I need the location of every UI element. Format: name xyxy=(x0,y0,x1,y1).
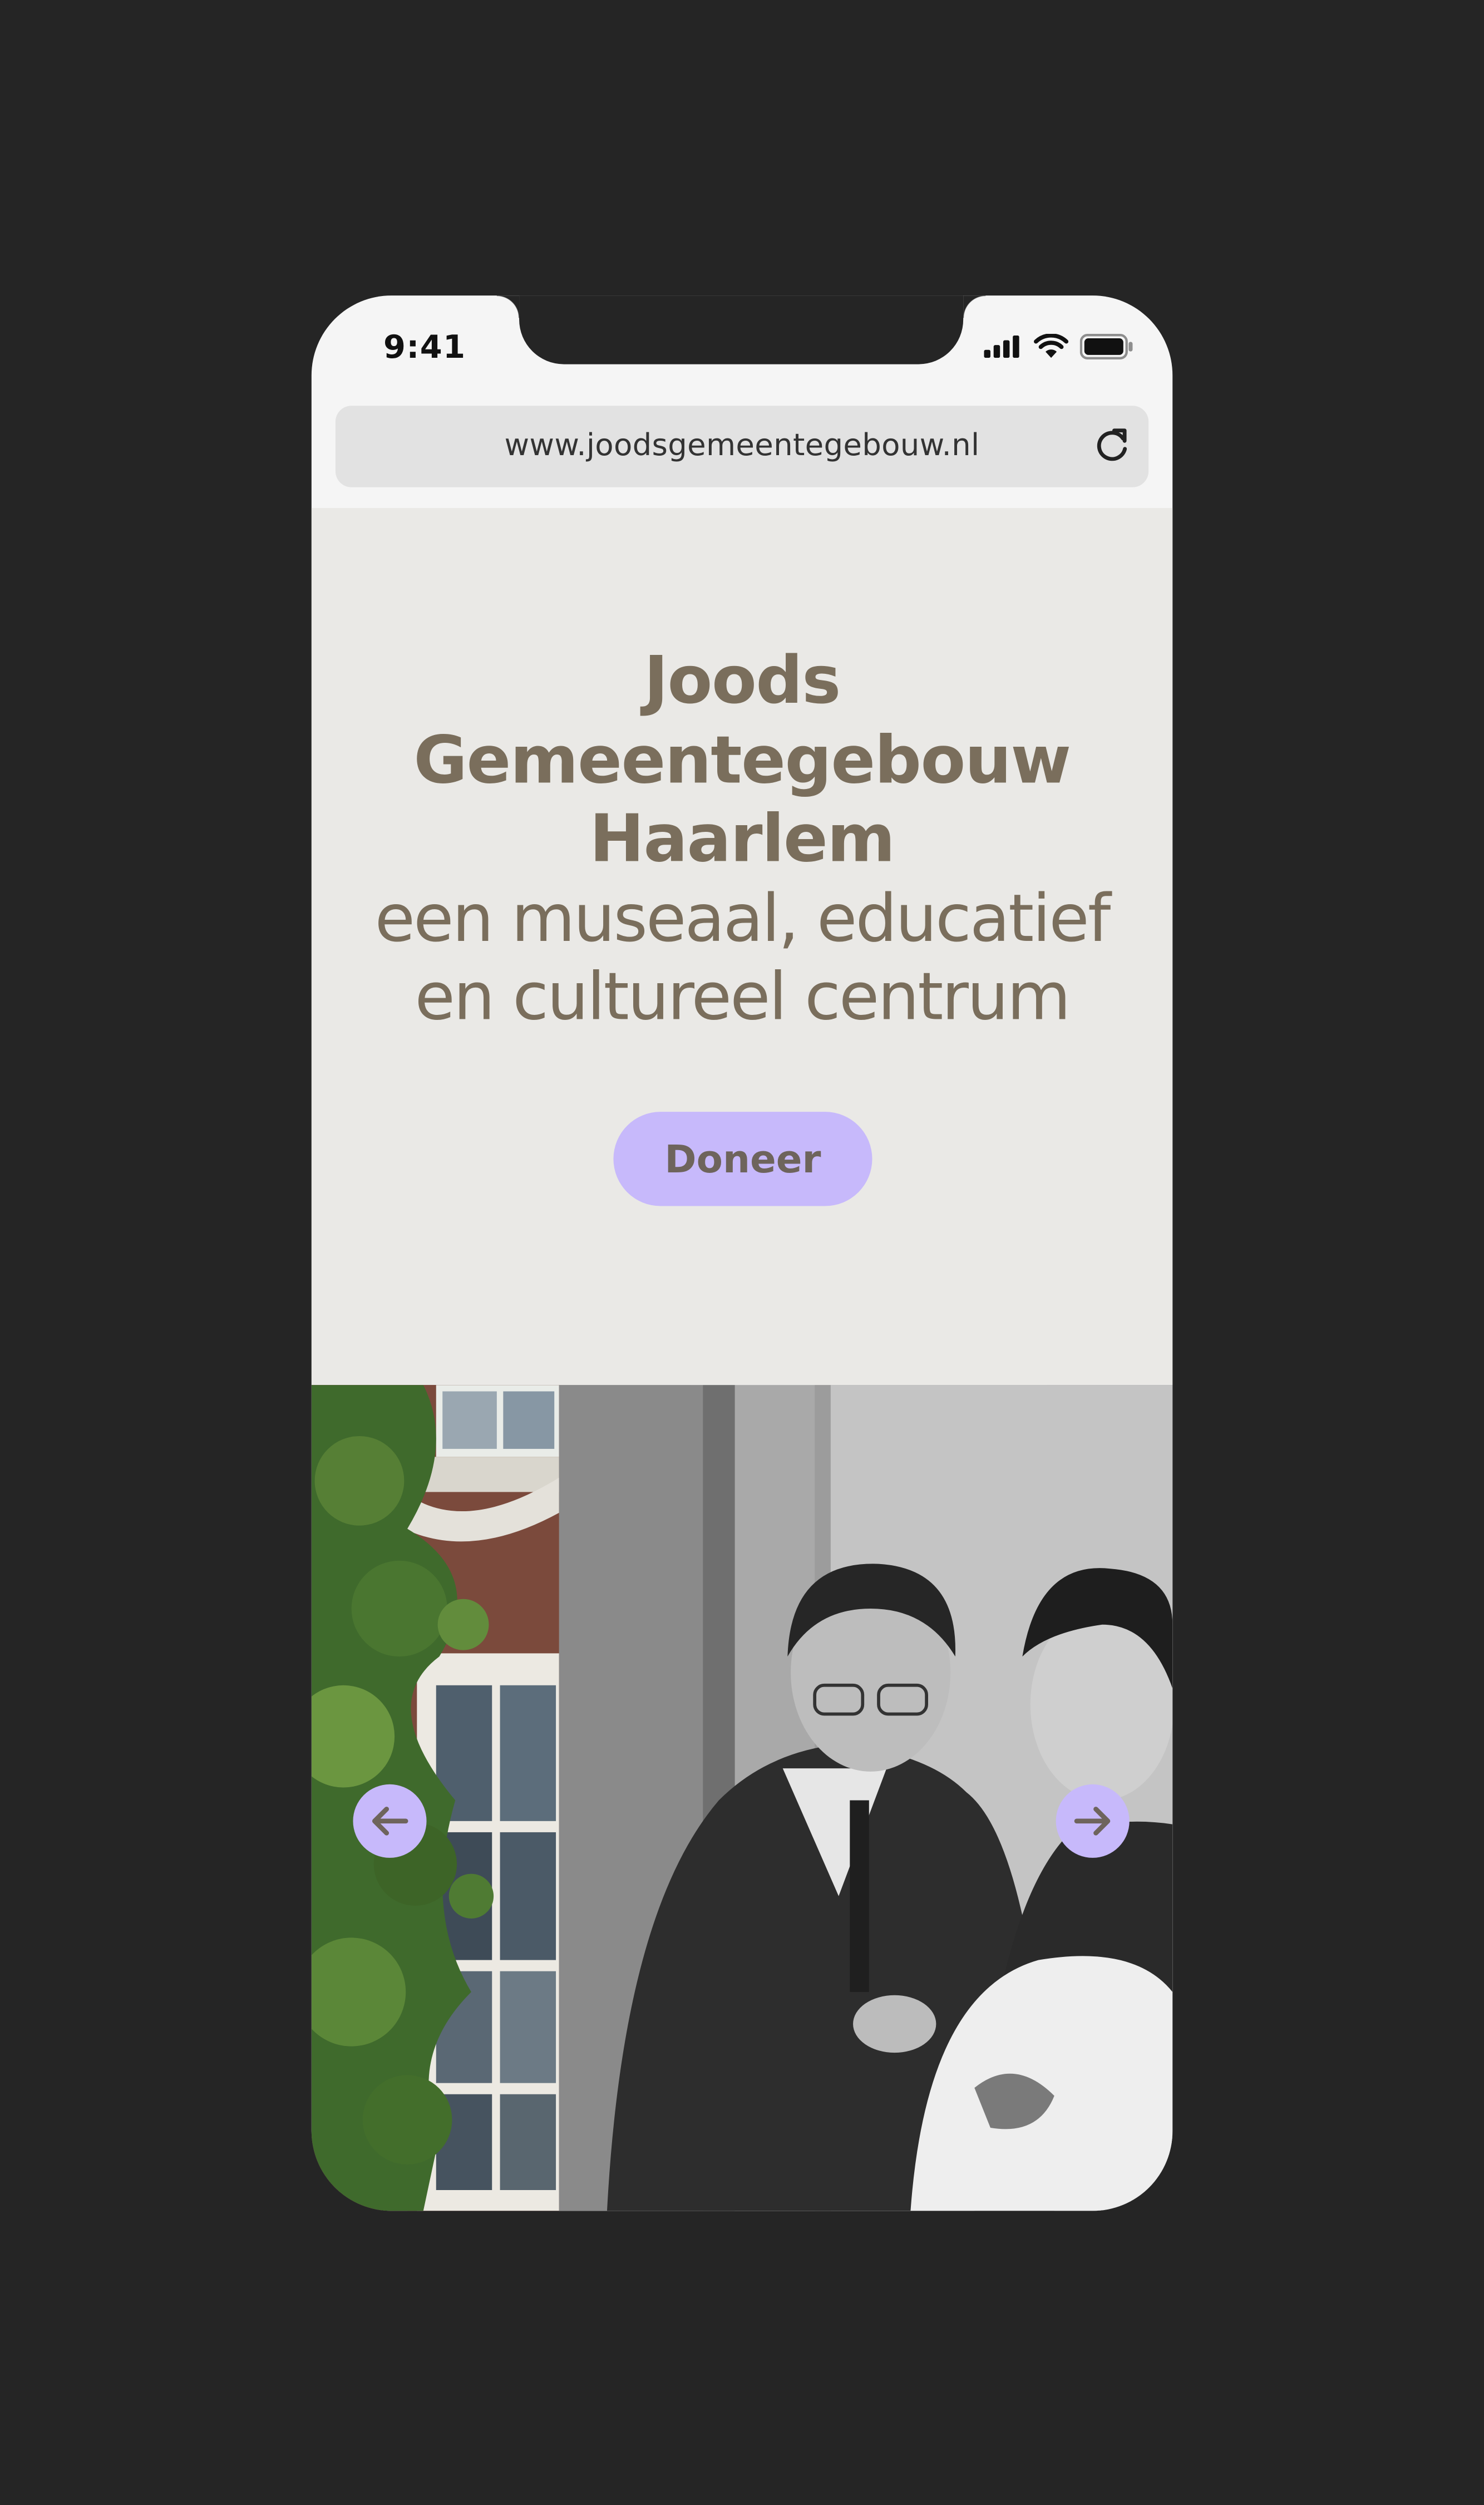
subtitle-line: een museaal, educatief xyxy=(374,879,1111,956)
subtitle-line: en cultureel centrum xyxy=(415,958,1071,1035)
arrow-left-icon xyxy=(372,1806,408,1836)
carousel-next-button[interactable] xyxy=(1056,1784,1130,1858)
phone-frame: 9:41 www.joodsgemeentegebouw.nl Joods Ge… xyxy=(311,295,1173,2211)
reload-icon[interactable] xyxy=(1091,425,1133,467)
arrow-right-icon xyxy=(1074,1806,1111,1836)
title-line: Joods xyxy=(644,642,841,719)
carousel-prev-button[interactable] xyxy=(353,1784,427,1858)
title-line: Gemeentegebouw xyxy=(413,721,1071,798)
page-title: Joods Gemeentegebouw Haarlem een museaal… xyxy=(312,642,1172,1038)
wifi-icon xyxy=(1034,334,1069,358)
building-photo xyxy=(311,1385,559,2211)
url-text[interactable]: www.joodsgemeentegebouw.nl xyxy=(336,428,1148,463)
battery-icon xyxy=(1079,334,1133,359)
address-bar[interactable]: www.joodsgemeentegebouw.nl xyxy=(335,406,1149,487)
signal-icon xyxy=(984,335,1019,358)
status-icons xyxy=(984,334,1134,359)
status-time: 9:41 xyxy=(383,327,466,366)
hero-section: Joods Gemeentegebouw Haarlem een museaal… xyxy=(311,507,1173,1385)
title-line: Haarlem xyxy=(589,800,895,877)
donate-button[interactable]: Doneer xyxy=(613,1112,872,1206)
image-carousel xyxy=(311,1385,1173,2211)
device-notch xyxy=(496,295,986,364)
